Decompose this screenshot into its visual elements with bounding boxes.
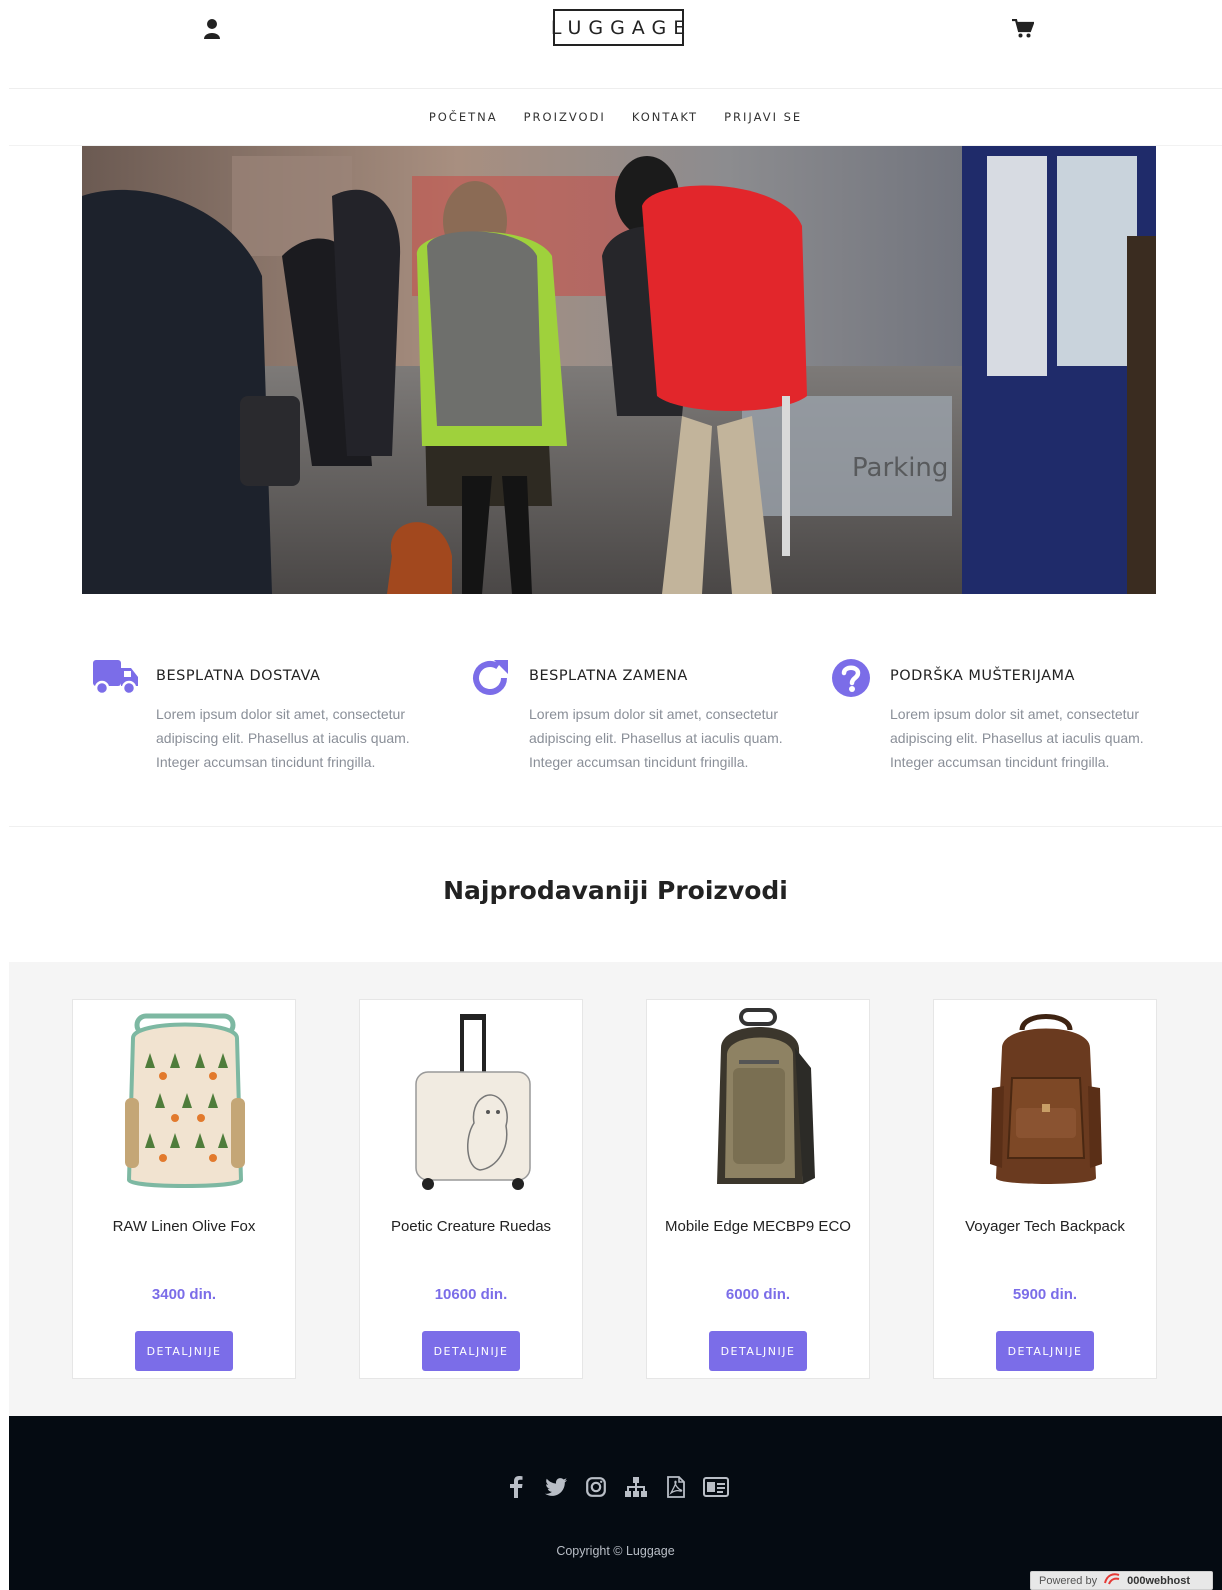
powered-by-label: Powered by: [1039, 1574, 1098, 1587]
truck-icon: [93, 658, 139, 701]
product-card[interactable]: RAW Linen Olive Fox 3400 din. DETALJNIJE: [72, 999, 296, 1379]
product-name[interactable]: Mobile Edge MECBP9 ECO: [647, 1218, 869, 1235]
nav-pocetna[interactable]: POČETNA: [429, 110, 498, 124]
feature-title: BESPLATNA DOSTAVA: [156, 668, 321, 684]
nav-prijavi-se[interactable]: PRIJAVI SE: [724, 110, 802, 124]
cart-icon[interactable]: [1012, 18, 1035, 39]
product-card[interactable]: Mobile Edge MECBP9 ECO 6000 din. DETALJN…: [646, 999, 870, 1379]
footer: Copyright © Luggage: [9, 1416, 1222, 1590]
hero-image: Parking: [82, 146, 1156, 594]
product-image[interactable]: [95, 1008, 275, 1193]
product-card[interactable]: Poetic Creature Ruedas 10600 din. DETALJ…: [359, 999, 583, 1379]
copyright: Copyright © Luggage: [556, 1544, 675, 1558]
product-price: 5900 din.: [1012, 1286, 1078, 1303]
product-card[interactable]: Voyager Tech Backpack 5900 din. DETALJNI…: [933, 999, 1157, 1379]
question-circle-icon: [831, 658, 871, 703]
main-nav: POČETNA PROIZVODI KONTAKT PRIJAVI SE: [9, 88, 1222, 146]
instagram-icon[interactable]: [583, 1474, 609, 1500]
product-image[interactable]: [382, 1008, 562, 1193]
host-brand: 000webhost: [1127, 1574, 1191, 1587]
product-name[interactable]: Poetic Creature Ruedas: [360, 1218, 582, 1235]
products-section: RAW Linen Olive Fox 3400 din. DETALJNIJE…: [9, 962, 1222, 1416]
details-button[interactable]: DETALJNIJE: [709, 1331, 807, 1371]
product-price: 6000 din.: [725, 1286, 791, 1303]
details-button[interactable]: DETALJNIJE: [996, 1331, 1094, 1371]
details-button[interactable]: DETALJNIJE: [135, 1331, 233, 1371]
product-image[interactable]: [669, 1008, 849, 1193]
product-price: 3400 din.: [151, 1286, 217, 1303]
powered-by-badge[interactable]: Powered by 000webhost: [1030, 1571, 1213, 1590]
id-card-icon[interactable]: [702, 1474, 729, 1500]
details-button[interactable]: DETALJNIJE: [422, 1331, 520, 1371]
feature-text: Lorem ipsum dolor sit amet, consectetur …: [890, 706, 1144, 770]
social-links: [9, 1474, 1222, 1500]
section-divider: [9, 826, 1222, 827]
nav-kontakt[interactable]: KONTAKT: [632, 110, 698, 124]
feature-title: BESPLATNA ZAMENA: [529, 668, 688, 684]
section-title: Najprodavaniji Proizvodi: [443, 876, 788, 905]
top-bar: LUGGAGE: [9, 0, 1222, 88]
product-price: 10600 din.: [434, 1286, 508, 1303]
refresh-icon: [470, 658, 510, 703]
user-icon[interactable]: [202, 18, 222, 40]
pdf-file-icon[interactable]: [663, 1474, 689, 1500]
feature-text: Lorem ipsum dolor sit amet, consectetur …: [156, 706, 410, 770]
host-logo-icon: [1103, 1573, 1121, 1588]
facebook-icon[interactable]: [503, 1474, 529, 1500]
nav-proizvodi[interactable]: PROIZVODI: [524, 110, 606, 124]
product-name[interactable]: RAW Linen Olive Fox: [73, 1218, 295, 1235]
twitter-icon[interactable]: [543, 1474, 569, 1500]
feature-title: PODRŠKA MUŠTERIJAMA: [890, 668, 1075, 684]
svg-text:Parking: Parking: [852, 453, 948, 483]
site-logo[interactable]: LUGGAGE: [551, 9, 685, 46]
page: LUGGAGE POČETNA PROIZVODI KONTAKT PRIJAV…: [9, 0, 1222, 1590]
feature-text: Lorem ipsum dolor sit amet, consectetur …: [529, 706, 783, 770]
product-image[interactable]: [956, 1008, 1136, 1193]
product-name[interactable]: Voyager Tech Backpack: [934, 1218, 1156, 1235]
sitemap-icon[interactable]: [623, 1474, 649, 1500]
